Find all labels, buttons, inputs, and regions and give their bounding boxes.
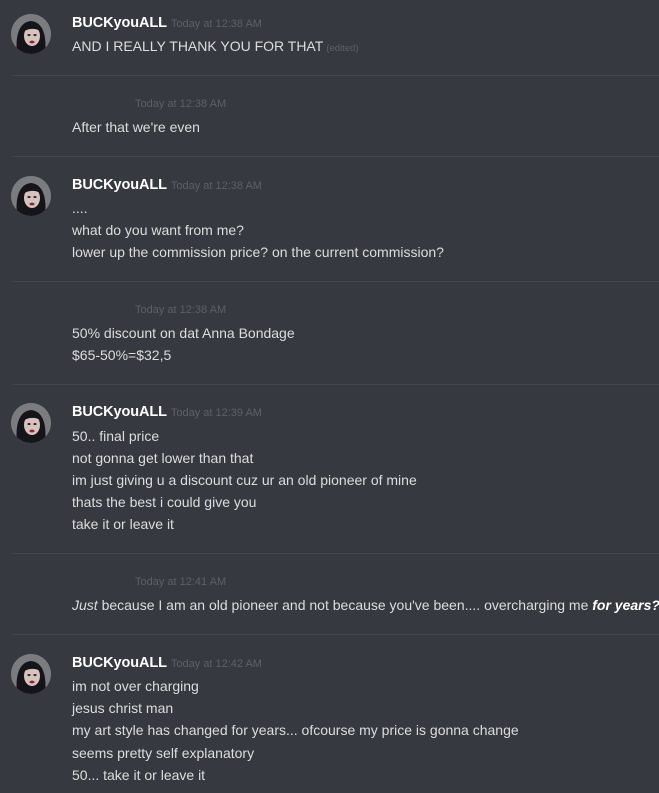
message-text: because I am an old pioneer and not beca… xyxy=(97,597,593,613)
user-avatar-icon[interactable] xyxy=(11,654,51,694)
message-line: 50... take it or leave it xyxy=(72,767,206,783)
message-header: BUCKyouALL Today at 12:38 AM xyxy=(72,176,262,196)
message-line: Just because I am an old pioneer and not… xyxy=(72,596,659,614)
message-line: im not over charging xyxy=(72,678,199,694)
message-line: seems pretty self explanatory xyxy=(72,745,255,761)
bold-italic-text: for years? xyxy=(592,597,659,613)
timestamp: Today at 12:41 AM xyxy=(135,576,227,588)
message-line: what do you want from me? xyxy=(72,222,244,238)
message-header: BUCKyouALL Today at 12:38 AM xyxy=(72,14,262,34)
message-header: BUCKyouALL Today at 12:42 AM xyxy=(72,654,262,674)
message-header: BUCKyouALL Today at 12:39 AM xyxy=(72,403,262,423)
message-line: 50.. final price xyxy=(72,428,160,444)
chat-messages: BUCKyouALL Today at 12:38 AM AND I REALLY… xyxy=(0,0,659,793)
message-line: take it or leave it xyxy=(72,516,174,532)
italic-text: Just xyxy=(72,597,98,613)
username[interactable]: BUCKyouALL xyxy=(72,404,167,420)
edited-label: (edited) xyxy=(326,43,359,54)
timestamp: Today at 12:38 AM xyxy=(170,18,262,30)
message-line: After that we're even xyxy=(72,119,200,135)
timestamp: Today at 12:38 AM xyxy=(135,304,227,316)
message-line: thats the best i could give you xyxy=(72,494,257,510)
user-avatar-icon[interactable] xyxy=(11,176,51,216)
message-line: AND I REALLY THANK YOU FOR THAT (edited) xyxy=(72,37,359,58)
message-divider xyxy=(12,634,659,635)
message-text: AND I REALLY THANK YOU FOR THAT xyxy=(72,38,324,54)
message-line: lower up the commission price? on the cu… xyxy=(72,244,444,260)
message-line: im just giving u a discount cuz ur an ol… xyxy=(72,472,417,488)
message-line: 50% discount on dat Anna Bondage xyxy=(72,325,295,341)
message-line: not gonna get lower than that xyxy=(72,450,254,466)
user-avatar-icon[interactable] xyxy=(11,403,51,443)
message-divider xyxy=(12,281,659,282)
message-line: .... xyxy=(72,200,88,216)
message-divider xyxy=(12,553,659,554)
username[interactable]: BUCKyouALL xyxy=(72,177,167,193)
message-divider xyxy=(12,75,659,76)
message-line: $65-50%=$32,5 xyxy=(72,347,172,363)
message-line: my art style has changed for years... of… xyxy=(72,722,519,738)
timestamp: Today at 12:42 AM xyxy=(170,658,262,670)
timestamp: Today at 12:38 AM xyxy=(135,98,227,110)
username[interactable]: BUCKyouALL xyxy=(72,15,167,31)
message-divider xyxy=(12,384,659,385)
user-avatar-icon[interactable] xyxy=(11,14,51,54)
timestamp: Today at 12:38 AM xyxy=(170,180,262,192)
username[interactable]: BUCKyouALL xyxy=(72,655,167,671)
timestamp: Today at 12:39 AM xyxy=(170,407,262,419)
message-line: jesus christ man xyxy=(72,700,174,716)
message-divider xyxy=(12,156,659,157)
